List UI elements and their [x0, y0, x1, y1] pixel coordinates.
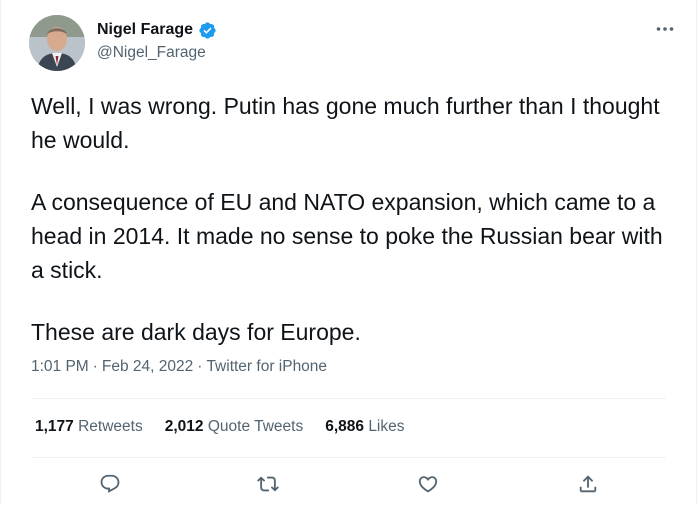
- more-horizontal-icon: [656, 27, 674, 31]
- share-button[interactable]: [575, 471, 601, 497]
- tweet-text: Well, I was wrong. Putin has gone much f…: [31, 89, 671, 349]
- retweet-button[interactable]: [255, 471, 281, 497]
- divider: [31, 457, 666, 458]
- reply-button[interactable]: [97, 471, 123, 497]
- quote-tweets-count: 2,012: [164, 418, 204, 435]
- avatar[interactable]: [29, 15, 85, 71]
- tweet-time-link[interactable]: 1:01 PM · Feb 24, 2022: [31, 358, 193, 375]
- tweet-paragraph: A consequence of EU and NATO expansion, …: [31, 189, 663, 283]
- reply-icon: [100, 474, 120, 493]
- meta-separator: ·: [197, 358, 203, 375]
- tweet-time: 1:01 PM: [31, 358, 89, 375]
- likes-count: 6,886: [325, 418, 364, 435]
- tweet-meta: 1:01 PM · Feb 24, 2022 · Twitter for iPhone: [31, 358, 327, 376]
- retweet-icon: [257, 476, 279, 492]
- retweets-stat[interactable]: 1,177 Retweets: [35, 418, 143, 436]
- like-button[interactable]: [415, 471, 441, 497]
- author-handle[interactable]: @Nigel_Farage: [97, 44, 217, 62]
- display-name[interactable]: Nigel Farage: [97, 21, 193, 39]
- retweets-count: 1,177: [35, 418, 74, 435]
- tweet-header: Nigel Farage @Nigel_Farage: [29, 15, 680, 71]
- quote-tweets-stat[interactable]: 2,012 Quote Tweets: [165, 418, 303, 436]
- tweet-date: Feb 24, 2022: [101, 358, 194, 375]
- like-icon: [418, 476, 438, 493]
- share-icon: [579, 475, 597, 493]
- meta-separator: ·: [92, 358, 98, 375]
- tweet-source-link[interactable]: Twitter for iPhone: [206, 358, 327, 375]
- author-names: Nigel Farage @Nigel_Farage: [97, 19, 217, 62]
- tweet-card: Nigel Farage @Nigel_Farage Well, I was w…: [0, 0, 697, 505]
- tweet-paragraph: These are dark days for Europe.: [31, 319, 361, 345]
- tweet-stats: 1,177 Retweets 2,012 Quote Tweets 6,886 …: [35, 418, 405, 436]
- likes-label: Likes: [368, 418, 405, 435]
- display-name-row: Nigel Farage: [97, 19, 217, 41]
- more-options-button[interactable]: [650, 17, 680, 41]
- retweets-label: Retweets: [78, 418, 143, 435]
- tweet-paragraph: Well, I was wrong. Putin has gone much f…: [31, 93, 660, 153]
- tweet-actions: [31, 463, 666, 503]
- likes-stat[interactable]: 6,886 Likes: [325, 418, 404, 436]
- divider: [31, 398, 666, 399]
- quote-tweets-label: Quote Tweets: [207, 418, 304, 435]
- verified-badge-icon: [198, 21, 217, 40]
